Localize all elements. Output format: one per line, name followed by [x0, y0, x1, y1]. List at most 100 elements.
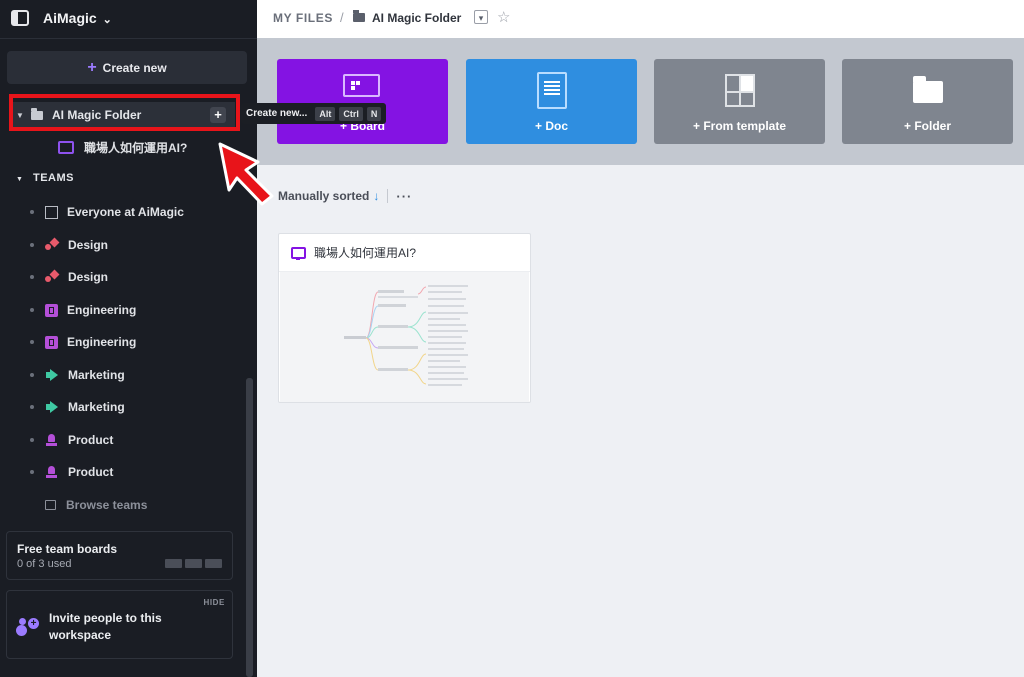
sort-arrow-icon: ↓: [373, 189, 380, 203]
folder-icon: [913, 76, 943, 103]
add-person-icon: [17, 618, 39, 634]
tile-label: + Folder: [903, 119, 951, 133]
highlight-annotation: [9, 94, 240, 131]
workspace-header: AiMagic ⌄: [0, 0, 257, 39]
scrollbar-thumb[interactable]: [246, 378, 253, 677]
sidebar-team-everyone[interactable]: Everyone at AiMagic: [30, 201, 184, 223]
team-label: Product: [68, 465, 114, 479]
create-new-button[interactable]: + Create new: [7, 51, 247, 84]
kbd-key: N: [366, 106, 382, 121]
tooltip-label: Create new...: [246, 108, 308, 119]
new-board-tile[interactable]: + Board: [277, 59, 448, 144]
folder-icon: [353, 10, 365, 22]
file-title: 職場人如何運用AI?: [314, 246, 417, 260]
browse-teams-link[interactable]: Browse teams: [45, 495, 147, 515]
sidebar-team-design[interactable]: Design: [30, 266, 108, 288]
board-icon: [58, 140, 74, 154]
free-boards-usage: 0 of 3 used: [17, 558, 72, 570]
doc-icon: [537, 72, 567, 109]
workspace-name: AiMagic: [43, 10, 97, 26]
invite-text: Invite people to this workspace: [49, 611, 162, 642]
sort-bar: Manually sorted ↓ ···: [278, 187, 412, 205]
bullet-dot: [30, 373, 34, 377]
usage-slot: [165, 559, 182, 568]
team-label: Marketing: [68, 400, 125, 414]
breadcrumb-separator: /: [340, 10, 344, 25]
create-tiles-band: + Board + Doc + From template + Folder: [257, 38, 1024, 165]
kbd-key: Alt: [315, 106, 336, 121]
team-label: Product: [68, 433, 114, 447]
new-from-template-tile[interactable]: + From template: [654, 59, 825, 144]
team-label: Marketing: [68, 368, 125, 382]
engineering-icon: [45, 335, 58, 349]
archive-icon: [45, 500, 56, 510]
sidebar-team-marketing[interactable]: Marketing: [30, 364, 125, 386]
red-arrow-annotation: [218, 142, 274, 206]
usage-slot: [185, 559, 202, 568]
usage-slots: [165, 559, 222, 568]
file-card-header: 職場人如何運用AI?: [279, 234, 530, 272]
teams-header-label: TEAMS: [33, 172, 74, 184]
shapes-icon: [45, 270, 59, 284]
template-icon: [725, 74, 755, 107]
create-new-label: Create new: [102, 60, 167, 75]
board-item-label: 職場人如何運用AI?: [84, 140, 188, 155]
mindmap-thumbnail: [344, 285, 468, 386]
bullet-dot: [30, 308, 34, 312]
tile-label: + Doc: [534, 119, 568, 133]
shapes-icon: [45, 238, 59, 252]
workspace-switcher[interactable]: AiMagic ⌄: [43, 10, 112, 26]
new-folder-tile[interactable]: + Folder: [842, 59, 1013, 144]
breadcrumb-current-folder[interactable]: AI Magic Folder: [372, 11, 461, 25]
plus-icon: +: [87, 58, 97, 76]
building-icon: [45, 205, 58, 219]
free-team-boards-card: Free team boards 0 of 3 used: [6, 531, 233, 580]
team-label: Engineering: [67, 303, 137, 317]
teams-section-header[interactable]: ▼ TEAMS: [16, 172, 74, 184]
board-icon: [343, 74, 380, 97]
chevron-down-icon[interactable]: ▾: [474, 10, 488, 24]
team-label: Engineering: [67, 335, 137, 349]
sidebar-team-design[interactable]: Design: [30, 234, 108, 256]
team-label: Design: [68, 270, 109, 284]
sidebar: AiMagic ⌄ + Create new ▼ AI Magic Folder…: [0, 0, 257, 677]
board-icon: [291, 246, 306, 260]
sidebar-team-engineering[interactable]: Engineering: [30, 299, 136, 321]
create-new-tooltip: Create new... Alt Ctrl N: [241, 103, 387, 124]
topbar: MY FILES / AI Magic Folder ▾ ☆: [257, 0, 1024, 38]
star-icon[interactable]: ☆: [497, 8, 510, 26]
bullet-dot: [30, 275, 34, 279]
bullet-dot: [30, 243, 34, 247]
toggle-sidebar-icon[interactable]: [11, 10, 29, 26]
bullet-dot: [30, 340, 34, 344]
kbd-key: Ctrl: [339, 106, 363, 121]
tile-label: + From template: [692, 119, 787, 133]
chess-icon: [45, 465, 59, 479]
bullet-dot: [30, 470, 34, 474]
engineering-icon: [45, 303, 58, 317]
caret-down-icon: ▼: [16, 176, 24, 183]
hide-button[interactable]: HIDE: [203, 598, 225, 607]
file-card[interactable]: 職場人如何運用AI?: [278, 233, 531, 403]
megaphone-icon: [45, 400, 59, 414]
sidebar-team-marketing[interactable]: Marketing: [30, 396, 125, 418]
sidebar-team-product[interactable]: Product: [30, 429, 113, 451]
more-options-icon[interactable]: ···: [396, 189, 412, 204]
bullet-dot: [30, 438, 34, 442]
browse-teams-label: Browse teams: [66, 498, 148, 512]
usage-slot: [205, 559, 222, 568]
sidebar-team-engineering[interactable]: Engineering: [30, 331, 136, 353]
file-thumbnail: [280, 272, 529, 402]
sort-label: Manually sorted: [278, 189, 370, 203]
breadcrumb-my-files[interactable]: MY FILES: [273, 11, 333, 25]
sidebar-board-item[interactable]: 職場人如何運用AI?: [58, 138, 187, 156]
bullet-dot: [30, 210, 34, 214]
sidebar-team-product[interactable]: Product: [30, 461, 113, 483]
new-doc-tile[interactable]: + Doc: [466, 59, 637, 144]
sort-dropdown[interactable]: Manually sorted ↓: [278, 189, 379, 203]
team-label: Design: [68, 238, 109, 252]
invite-card[interactable]: HIDE Invite people to this workspace: [6, 590, 233, 659]
sidebar-scrollbar[interactable]: [246, 378, 253, 677]
free-boards-title: Free team boards: [17, 542, 118, 556]
chevron-down-icon: ⌄: [102, 14, 112, 26]
